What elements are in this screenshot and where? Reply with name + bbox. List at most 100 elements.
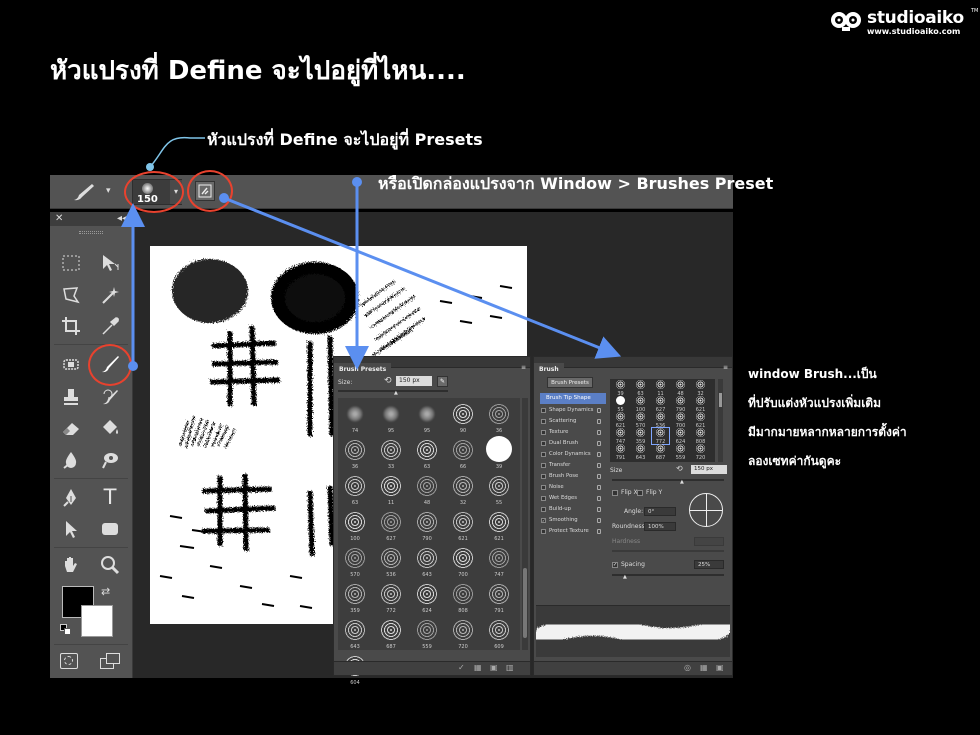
tip-size-field[interactable]: 150 px bbox=[691, 465, 727, 474]
lock-icon[interactable] bbox=[597, 485, 601, 490]
crop-tool-icon[interactable] bbox=[56, 313, 86, 339]
spacing-field[interactable]: 25% bbox=[694, 560, 724, 569]
brush-preset-cell[interactable]: 643 bbox=[412, 542, 442, 578]
brush-tip-cell[interactable]: 643 bbox=[632, 444, 649, 461]
zoom-tool-icon[interactable] bbox=[95, 552, 125, 578]
brush-preset-cell[interactable]: 570 bbox=[340, 542, 370, 578]
brush-preset-cell[interactable]: 536 bbox=[376, 542, 406, 578]
brush-panel-titlebar[interactable] bbox=[534, 357, 732, 368]
brush-preset-cell[interactable]: 808 bbox=[448, 578, 478, 614]
brush-tool-preset-picker[interactable]: ▾ bbox=[70, 181, 116, 203]
brush-presets-button[interactable]: Brush Presets bbox=[547, 377, 593, 388]
clone-stamp-tool-icon[interactable] bbox=[56, 384, 86, 410]
brush-preset-cell[interactable]: 100 bbox=[340, 506, 370, 542]
brush-option-item[interactable]: Build-up bbox=[538, 504, 603, 515]
brush-option-item[interactable]: Wet Edges bbox=[538, 493, 603, 504]
size-field[interactable]: 150 px bbox=[396, 376, 432, 386]
brush-preset-cell[interactable]: 11 bbox=[376, 470, 406, 506]
lasso-tool-icon[interactable] bbox=[56, 282, 86, 308]
brush-preset-cell[interactable]: 627 bbox=[376, 506, 406, 542]
brush-preset-cell[interactable]: 621 bbox=[448, 506, 478, 542]
eraser-tool-icon[interactable] bbox=[56, 415, 86, 441]
delete-preset-icon[interactable]: ▥ bbox=[506, 663, 514, 672]
lock-icon[interactable] bbox=[597, 430, 601, 435]
brush-preset-cell[interactable]: 39 bbox=[484, 434, 514, 470]
angle-field[interactable]: 0° bbox=[644, 507, 676, 516]
close-icon[interactable]: ✕ bbox=[55, 213, 63, 224]
lock-icon[interactable] bbox=[597, 518, 601, 523]
brush-preset-cell[interactable]: 36 bbox=[484, 398, 514, 434]
lock-icon[interactable] bbox=[597, 452, 601, 457]
option-checkbox[interactable]: ✓ bbox=[541, 518, 546, 523]
flip-x-checkbox[interactable] bbox=[612, 490, 618, 496]
lock-icon[interactable] bbox=[597, 496, 601, 501]
type-tool-icon[interactable]: T bbox=[95, 484, 125, 510]
brush-tab[interactable]: Brush bbox=[534, 363, 564, 376]
brush-tip-cell[interactable]: 536 bbox=[652, 412, 669, 429]
lock-icon[interactable] bbox=[597, 463, 601, 468]
brush-preset-cell[interactable]: 643 bbox=[340, 614, 370, 650]
brush-option-item[interactable]: Brush Pose bbox=[538, 471, 603, 482]
hardness-field[interactable] bbox=[694, 537, 724, 546]
brush-tip-cell[interactable]: 720 bbox=[692, 444, 709, 461]
option-checkbox[interactable] bbox=[541, 496, 546, 501]
brush-preset-cell[interactable]: 32 bbox=[448, 470, 478, 506]
size-slider[interactable] bbox=[338, 390, 448, 392]
brush-preset-cell[interactable]: 559 bbox=[412, 614, 442, 650]
default-colors-icon[interactable] bbox=[60, 624, 72, 636]
lock-icon[interactable] bbox=[597, 529, 601, 534]
spacing-checkbox[interactable]: ✓ bbox=[612, 562, 618, 568]
brush-tip-cell[interactable]: 48 bbox=[672, 380, 689, 397]
toggle-brush-panel-icon[interactable]: ✓ bbox=[458, 663, 465, 672]
brush-option-item[interactable]: Transfer bbox=[538, 460, 603, 471]
brush-option-item[interactable]: Protect Texture bbox=[538, 526, 603, 537]
hardness-slider[interactable] bbox=[612, 550, 724, 552]
healing-brush-tool-icon[interactable] bbox=[56, 351, 86, 377]
brush-tip-cell[interactable]: 627 bbox=[652, 396, 669, 413]
option-checkbox[interactable] bbox=[541, 529, 546, 534]
brush-tip-cell[interactable]: 621 bbox=[692, 396, 709, 413]
grid-icon[interactable]: ▦ bbox=[700, 663, 708, 672]
eyedropper-tool-icon[interactable] bbox=[95, 313, 125, 339]
brush-preset-cell[interactable]: 772 bbox=[376, 578, 406, 614]
brush-preset-cell[interactable]: 90 bbox=[448, 398, 478, 434]
brush-tip-cell[interactable]: 100 bbox=[632, 396, 649, 413]
brush-preset-cell[interactable]: 720 bbox=[448, 614, 478, 650]
brush-preset-cell[interactable]: 36 bbox=[340, 434, 370, 470]
brush-option-item[interactable]: Scattering bbox=[538, 416, 603, 427]
panel-menu-icon[interactable]: ≡ bbox=[723, 364, 728, 371]
magic-wand-tool-icon[interactable] bbox=[95, 282, 125, 308]
reset-size-icon[interactable]: ⟲ bbox=[676, 464, 683, 473]
create-preset-icon[interactable]: ✎ bbox=[437, 376, 448, 387]
angle-roundness-dial[interactable] bbox=[689, 493, 723, 527]
brush-preset-cell[interactable]: 95 bbox=[376, 398, 406, 434]
brush-tip-cell[interactable]: 772 bbox=[651, 427, 670, 445]
brush-tip-cell[interactable]: 32 bbox=[692, 380, 709, 397]
preset-scrollbar[interactable] bbox=[522, 398, 528, 650]
spacing-slider-thumb[interactable]: ▲ bbox=[623, 574, 627, 580]
size-slider-thumb[interactable]: ▲ bbox=[394, 390, 398, 396]
brush-preset-cell[interactable]: 790 bbox=[412, 506, 442, 542]
brush-preset-cell[interactable]: 700 bbox=[448, 542, 478, 578]
brush-tip-cell[interactable]: 63 bbox=[632, 380, 649, 397]
tip-size-slider[interactable] bbox=[612, 479, 724, 481]
rectangle-tool-icon[interactable] bbox=[95, 516, 125, 542]
collapse-icon[interactable]: ◂◂ bbox=[117, 212, 127, 226]
lock-icon[interactable] bbox=[597, 507, 601, 512]
brush-tip-shape-item[interactable]: Brush Tip Shape bbox=[540, 393, 606, 404]
marquee-tool-icon[interactable] bbox=[56, 250, 86, 276]
brush-tip-cell[interactable]: 570 bbox=[632, 412, 649, 429]
flip-y-checkbox[interactable] bbox=[637, 490, 643, 496]
brush-preset-cell[interactable]: 359 bbox=[340, 578, 370, 614]
option-checkbox[interactable] bbox=[541, 463, 546, 468]
brush-tip-cell[interactable]: 39 bbox=[612, 380, 629, 397]
path-selection-tool-icon[interactable] bbox=[56, 516, 86, 542]
brush-option-item[interactable]: Shape Dynamics bbox=[538, 405, 603, 416]
brush-preset-cell[interactable]: 609 bbox=[484, 614, 514, 650]
lock-icon[interactable] bbox=[597, 441, 601, 446]
brush-preset-cell[interactable]: 74 bbox=[340, 398, 370, 434]
brush-tip-cell[interactable]: 808 bbox=[692, 428, 709, 445]
blur-tool-icon[interactable] bbox=[56, 447, 86, 473]
screen-mode-icon[interactable] bbox=[100, 653, 122, 669]
brush-preset-cell[interactable]: 63 bbox=[412, 434, 442, 470]
